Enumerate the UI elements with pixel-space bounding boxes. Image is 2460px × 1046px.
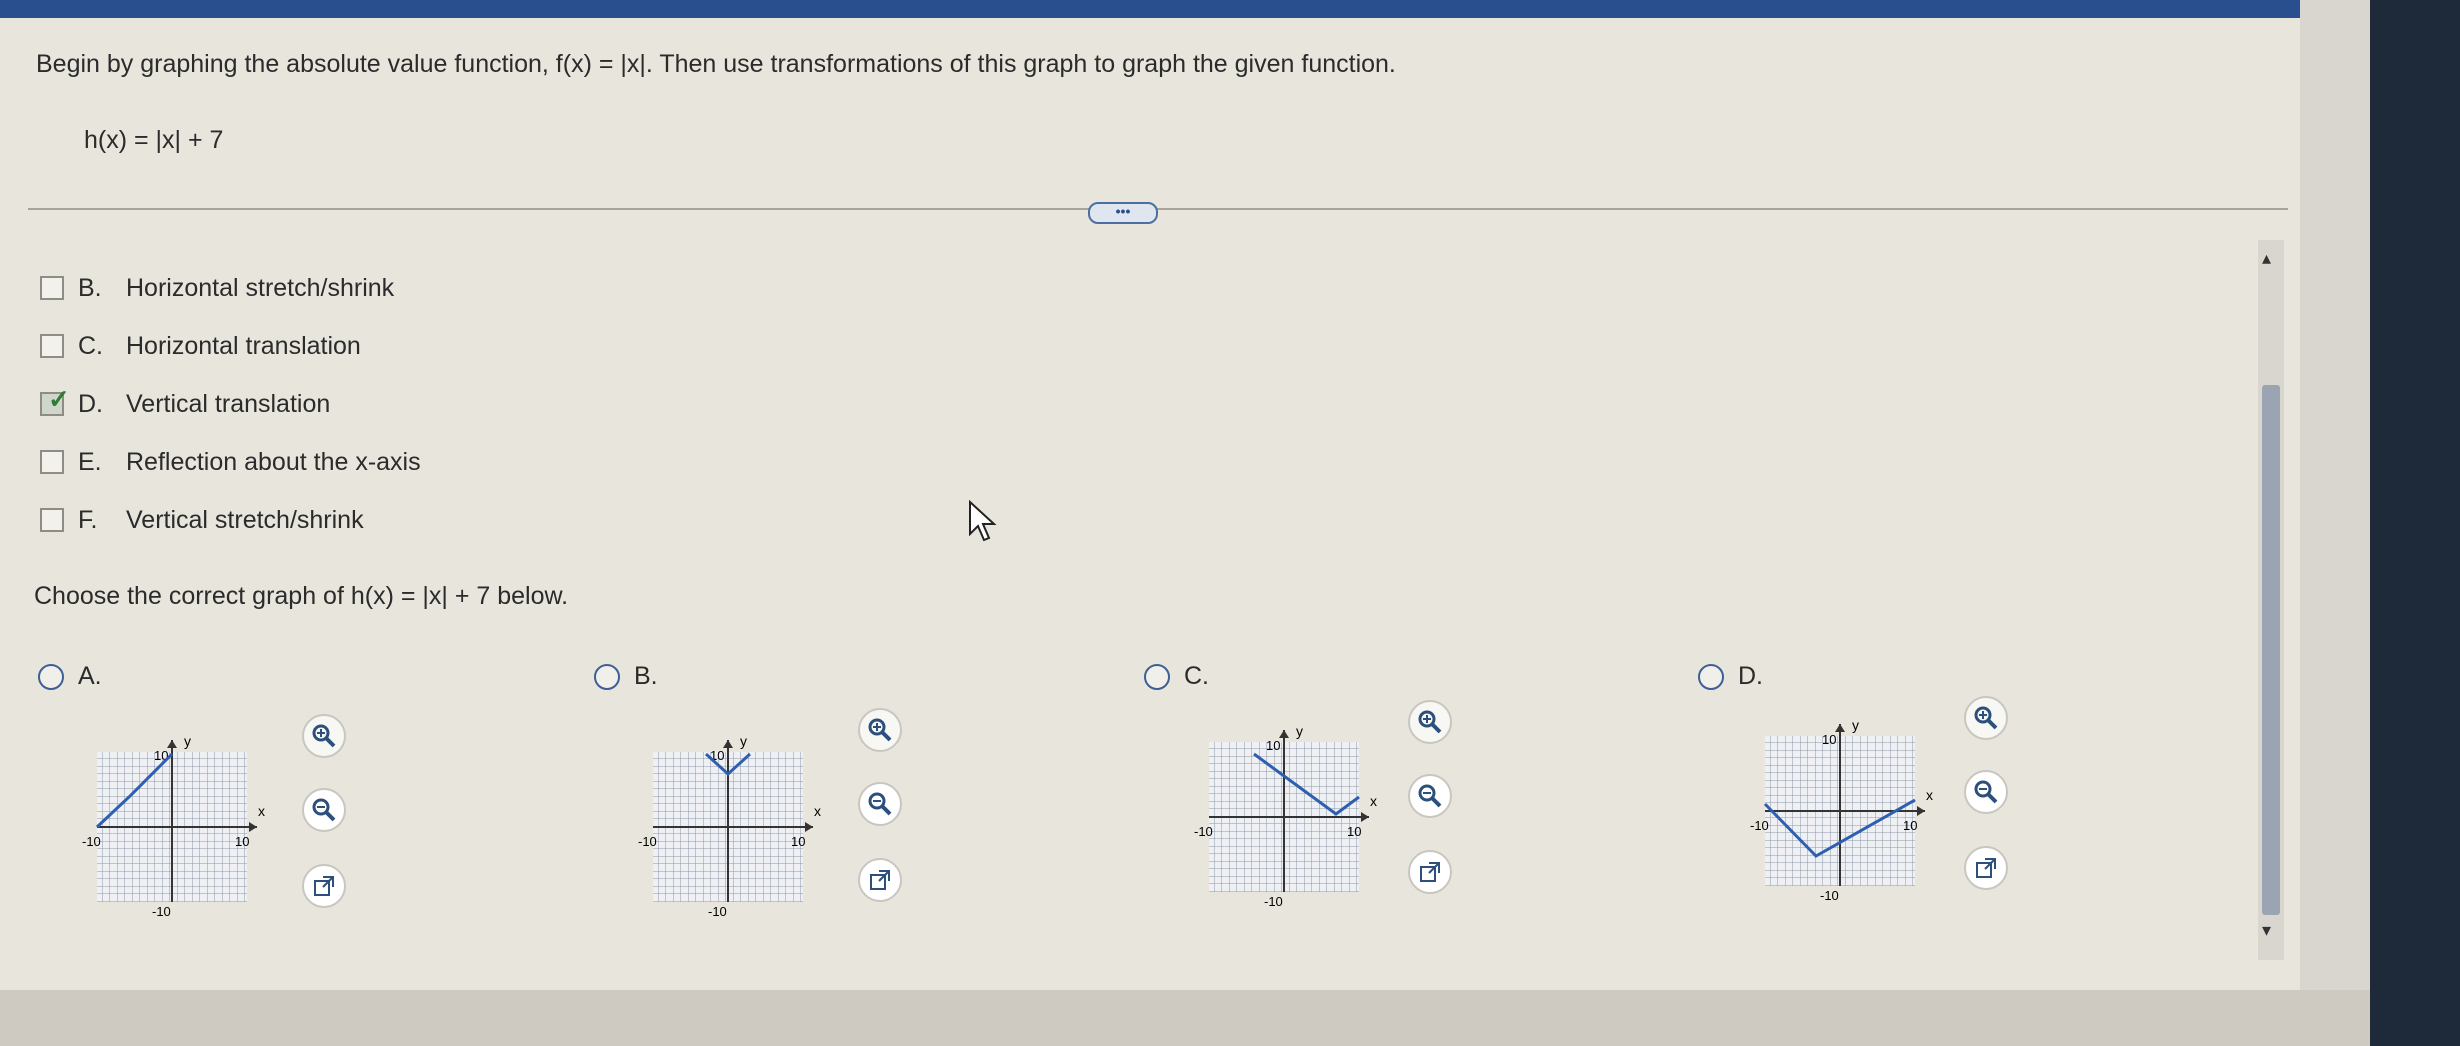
popout-button-d[interactable] [1964, 846, 2008, 890]
option-reflection-x-axis[interactable]: E. Reflection about the x-axis [40, 444, 421, 480]
zoom-out-button-b[interactable] [858, 782, 902, 826]
zoom-in-icon [868, 718, 892, 742]
bottom-strip [0, 990, 2370, 1046]
y-tick-bottom: -10 [1264, 894, 1283, 909]
x-tick-right: 10 [791, 834, 805, 849]
zoom-in-icon [1418, 710, 1442, 734]
option-vertical-translation[interactable]: ✓ D. Vertical translation [40, 384, 330, 422]
checkbox[interactable] [40, 276, 64, 300]
radio-option-d[interactable]: D. [1698, 662, 1763, 691]
radio-button[interactable] [594, 663, 620, 690]
graph-a[interactable]: y x 10 -10 -10 10 [72, 706, 292, 926]
graph-c[interactable]: y x 10 -10 -10 10 [1184, 696, 1404, 916]
option-horizontal-translation[interactable]: C. Horizontal translation [40, 328, 361, 364]
zoom-in-icon [1974, 706, 1998, 730]
checkbox[interactable] [40, 508, 64, 532]
y-axis-arrow [723, 740, 733, 748]
zoom-in-icon [312, 724, 336, 748]
zoom-in-button-a[interactable] [302, 714, 346, 758]
scrollbar-thumb[interactable] [2262, 385, 2280, 915]
window-edge [2370, 0, 2460, 1046]
x-tick-right: 10 [1347, 824, 1361, 839]
zoom-out-icon [868, 792, 892, 816]
top-bar [0, 0, 2300, 18]
x-tick-right: 10 [1903, 818, 1917, 833]
y-tick-top: 10 [1822, 732, 1836, 747]
y-axis-label: y [184, 733, 191, 749]
zoom-out-button-c[interactable] [1408, 774, 1452, 818]
external-link-icon [1420, 862, 1440, 882]
radio-option-a[interactable]: A. [38, 662, 102, 691]
graph-b[interactable]: y x 10 -10 -10 10 [628, 706, 848, 926]
x-axis-label: x [814, 803, 821, 819]
radio-option-b[interactable]: B. [594, 662, 658, 691]
zoom-out-button-d[interactable] [1964, 770, 2008, 814]
y-tick-bottom: -10 [708, 904, 727, 919]
y-axis-label: y [1296, 723, 1303, 739]
y-axis-arrow [1835, 724, 1845, 732]
x-tick-left: -10 [1194, 824, 1213, 839]
checkbox[interactable] [40, 334, 64, 358]
popout-button-b[interactable] [858, 858, 902, 902]
radio-button[interactable] [38, 663, 64, 690]
y-axis-arrow [167, 740, 177, 748]
zoom-in-button-b[interactable] [858, 708, 902, 752]
x-axis-arrow [805, 822, 813, 832]
zoom-in-button-c[interactable] [1408, 700, 1452, 744]
given-function: h(x) = |x| + 7 [84, 126, 224, 154]
y-axis-arrow [1279, 730, 1289, 738]
graph-prompt: Choose the correct graph of h(x) = |x| +… [34, 582, 569, 610]
section-divider [28, 208, 2288, 210]
popout-button-c[interactable] [1408, 850, 1452, 894]
x-axis-label: x [1926, 787, 1933, 803]
x-tick-right: 10 [235, 834, 249, 849]
y-tick-top: 10 [1266, 738, 1280, 753]
y-axis-label: y [1852, 717, 1859, 733]
zoom-out-button-a[interactable] [302, 788, 346, 832]
x-tick-left: -10 [1750, 818, 1769, 833]
x-axis-arrow [249, 822, 257, 832]
zoom-out-icon [1418, 784, 1442, 808]
y-tick-bottom: -10 [1820, 888, 1839, 903]
mouse-cursor-icon [969, 500, 997, 542]
x-axis-label: x [258, 803, 265, 819]
external-link-icon [314, 876, 334, 896]
y-axis-label: y [740, 733, 747, 749]
x-tick-left: -10 [638, 834, 657, 849]
option-horizontal-stretch[interactable]: B. Horizontal stretch/shrink [40, 270, 394, 306]
checkbox-checked[interactable]: ✓ [40, 384, 70, 416]
x-axis-arrow [1917, 806, 1925, 816]
zoom-out-icon [1974, 780, 1998, 804]
radio-button[interactable] [1144, 663, 1170, 690]
popout-button-a[interactable] [302, 864, 346, 908]
y-tick-bottom: -10 [152, 904, 171, 919]
zoom-in-button-d[interactable] [1964, 696, 2008, 740]
graph-d[interactable]: y x 10 -10 -10 10 [1740, 690, 1960, 910]
x-axis-label: x [1370, 793, 1377, 809]
radio-button[interactable] [1698, 663, 1724, 690]
x-tick-left: -10 [82, 834, 101, 849]
expand-more-button[interactable]: ••• [1088, 202, 1158, 224]
radio-option-c[interactable]: C. [1144, 662, 1209, 691]
check-icon: ✓ [48, 384, 70, 414]
x-axis-arrow [1361, 812, 1369, 822]
question-text: Begin by graphing the absolute value fun… [36, 50, 1396, 78]
external-link-icon [1976, 858, 1996, 878]
scroll-down-icon[interactable]: ▾ [2262, 920, 2271, 941]
external-link-icon [870, 870, 890, 890]
checkbox[interactable] [40, 450, 64, 474]
option-vertical-stretch[interactable]: F. Vertical stretch/shrink [40, 502, 364, 538]
scroll-up-icon[interactable]: ▴ [2262, 248, 2271, 269]
zoom-out-icon [312, 798, 336, 822]
